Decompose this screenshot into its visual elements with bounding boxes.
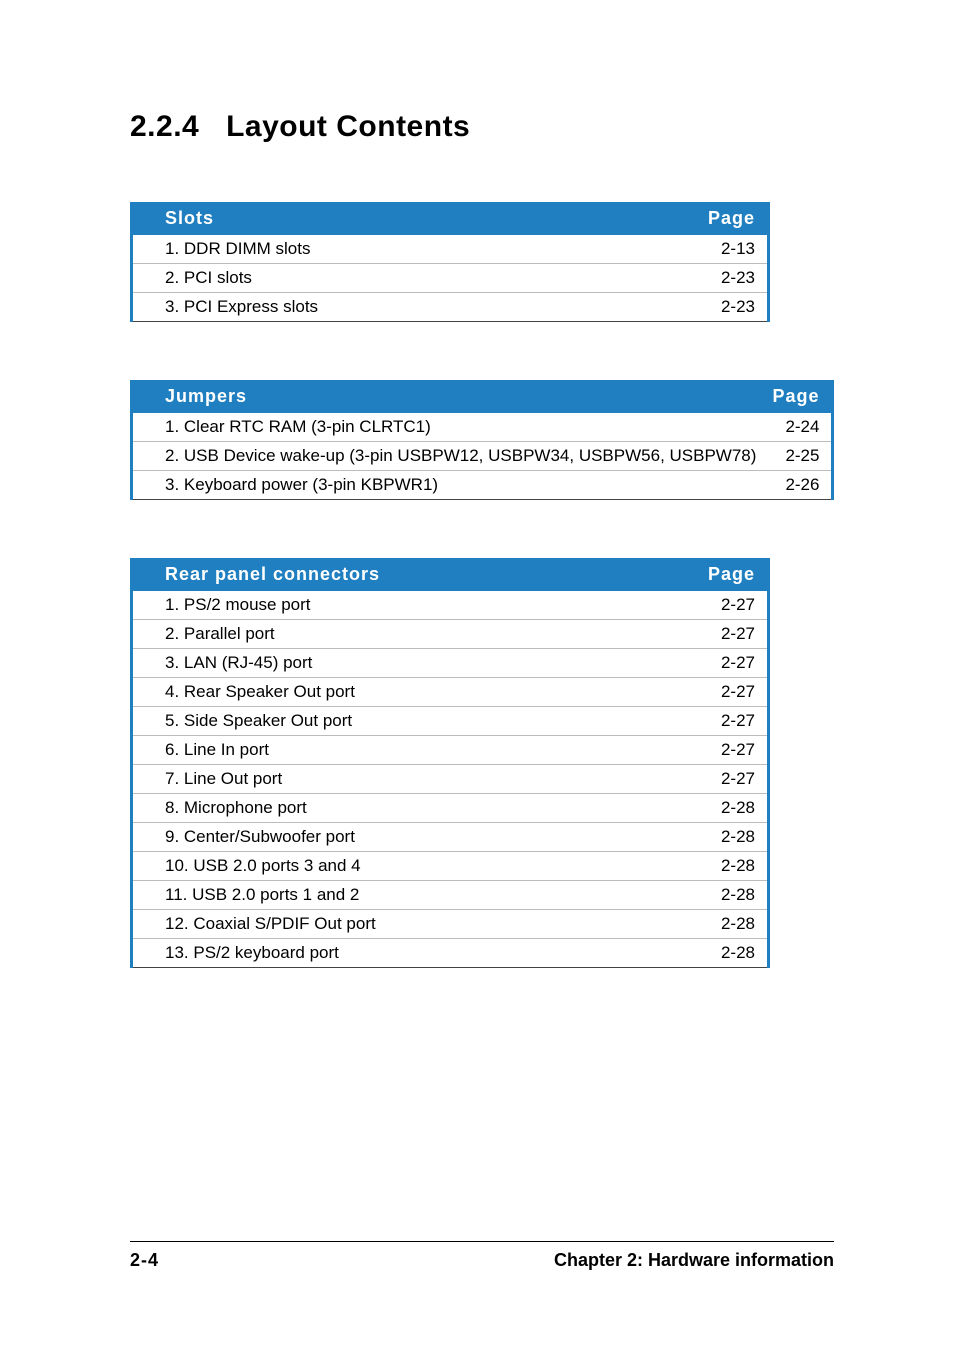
- section-number: 2.2.4: [130, 110, 199, 144]
- table-cell-label: 3. Keyboard power (3-pin KBPWR1): [132, 471, 773, 500]
- table-cell-label: 10. USB 2.0 ports 3 and 4: [132, 852, 678, 881]
- table-row: 7. Line Out port 2-27: [132, 765, 769, 794]
- table-cell-label: 8. Microphone port: [132, 794, 678, 823]
- table-row: 5. Side Speaker Out port 2-27: [132, 707, 769, 736]
- table-jumpers: Jumpers Page 1. Clear RTC RAM (3-pin CLR…: [130, 380, 834, 500]
- table-row: 2. USB Device wake-up (3-pin USBPW12, US…: [132, 442, 833, 471]
- table-cell-label: 3. PCI Express slots: [132, 293, 678, 322]
- table-row: 3. Keyboard power (3-pin KBPWR1) 2-26: [132, 471, 833, 500]
- table-row: 4. Rear Speaker Out port 2-27: [132, 678, 769, 707]
- section-title-text: Layout Contents: [226, 110, 470, 143]
- table-cell-label: 12. Coaxial S/PDIF Out port: [132, 910, 678, 939]
- table-cell-label: 4. Rear Speaker Out port: [132, 678, 678, 707]
- table-cell-label: 1. DDR DIMM slots: [132, 235, 678, 264]
- table-row: 2. Parallel port 2-27: [132, 620, 769, 649]
- table-cell-label: 3. LAN (RJ-45) port: [132, 649, 678, 678]
- table-cell-label: 1. PS/2 mouse port: [132, 591, 678, 620]
- table-cell-page: 2-28: [677, 939, 769, 968]
- table-slots-header-page: Page: [677, 202, 769, 235]
- table-block-slots: Slots Page 1. DDR DIMM slots 2-13 2. PCI…: [130, 202, 834, 322]
- table-rear-header-page: Page: [677, 558, 769, 591]
- table-slots-header-title: Slots: [132, 202, 678, 235]
- table-row: 8. Microphone port 2-28: [132, 794, 769, 823]
- table-cell-page: 2-27: [677, 649, 769, 678]
- table-row: 1. DDR DIMM slots 2-13: [132, 235, 769, 264]
- table-cell-page: 2-23: [677, 264, 769, 293]
- table-cell-label: 1. Clear RTC RAM (3-pin CLRTC1): [132, 413, 773, 442]
- page-footer: 2-4 Chapter 2: Hardware information: [130, 1241, 834, 1271]
- table-cell-page: 2-23: [677, 293, 769, 322]
- table-cell-page: 2-25: [772, 442, 833, 471]
- table-cell-page: 2-26: [772, 471, 833, 500]
- table-row: 6. Line In port 2-27: [132, 736, 769, 765]
- page: 2.2.4 Layout Contents Slots Page 1. DDR …: [0, 0, 954, 1351]
- table-jumpers-header-page: Page: [772, 380, 833, 413]
- section-heading: 2.2.4 Layout Contents: [130, 110, 834, 144]
- table-cell-label: 13. PS/2 keyboard port: [132, 939, 678, 968]
- table-jumpers-header-title: Jumpers: [132, 380, 773, 413]
- table-row: 3. PCI Express slots 2-23: [132, 293, 769, 322]
- table-cell-page: 2-28: [677, 881, 769, 910]
- table-cell-page: 2-28: [677, 823, 769, 852]
- table-cell-label: 2. USB Device wake-up (3-pin USBPW12, US…: [132, 442, 773, 471]
- table-cell-page: 2-27: [677, 707, 769, 736]
- table-row: 11. USB 2.0 ports 1 and 2 2-28: [132, 881, 769, 910]
- table-row: 3. LAN (RJ-45) port 2-27: [132, 649, 769, 678]
- table-cell-page: 2-27: [677, 736, 769, 765]
- table-cell-page: 2-27: [677, 620, 769, 649]
- table-row: 2. PCI slots 2-23: [132, 264, 769, 293]
- table-cell-page: 2-28: [677, 794, 769, 823]
- table-block-jumpers: Jumpers Page 1. Clear RTC RAM (3-pin CLR…: [130, 380, 834, 500]
- table-row: 13. PS/2 keyboard port 2-28: [132, 939, 769, 968]
- table-row: 12. Coaxial S/PDIF Out port 2-28: [132, 910, 769, 939]
- footer-chapter: Chapter 2: Hardware information: [554, 1250, 834, 1271]
- table-cell-page: 2-28: [677, 852, 769, 881]
- table-cell-page: 2-27: [677, 765, 769, 794]
- table-rear-panel: Rear panel connectors Page 1. PS/2 mouse…: [130, 558, 770, 968]
- table-cell-label: 9. Center/Subwoofer port: [132, 823, 678, 852]
- table-cell-label: 5. Side Speaker Out port: [132, 707, 678, 736]
- table-row: 1. Clear RTC RAM (3-pin CLRTC1) 2-24: [132, 413, 833, 442]
- table-cell-page: 2-27: [677, 678, 769, 707]
- table-row: 1. PS/2 mouse port 2-27: [132, 591, 769, 620]
- table-cell-label: 11. USB 2.0 ports 1 and 2: [132, 881, 678, 910]
- table-cell-page: 2-28: [677, 910, 769, 939]
- table-row: 10. USB 2.0 ports 3 and 4 2-28: [132, 852, 769, 881]
- table-row: 9. Center/Subwoofer port 2-28: [132, 823, 769, 852]
- table-cell-page: 2-24: [772, 413, 833, 442]
- table-cell-page: 2-27: [677, 591, 769, 620]
- table-cell-label: 2. Parallel port: [132, 620, 678, 649]
- table-cell-label: 6. Line In port: [132, 736, 678, 765]
- table-cell-page: 2-13: [677, 235, 769, 264]
- table-cell-label: 2. PCI slots: [132, 264, 678, 293]
- table-block-rear-panel: Rear panel connectors Page 1. PS/2 mouse…: [130, 558, 834, 968]
- footer-page-number: 2-4: [130, 1250, 159, 1271]
- table-cell-label: 7. Line Out port: [132, 765, 678, 794]
- table-slots: Slots Page 1. DDR DIMM slots 2-13 2. PCI…: [130, 202, 770, 322]
- table-rear-header-title: Rear panel connectors: [132, 558, 678, 591]
